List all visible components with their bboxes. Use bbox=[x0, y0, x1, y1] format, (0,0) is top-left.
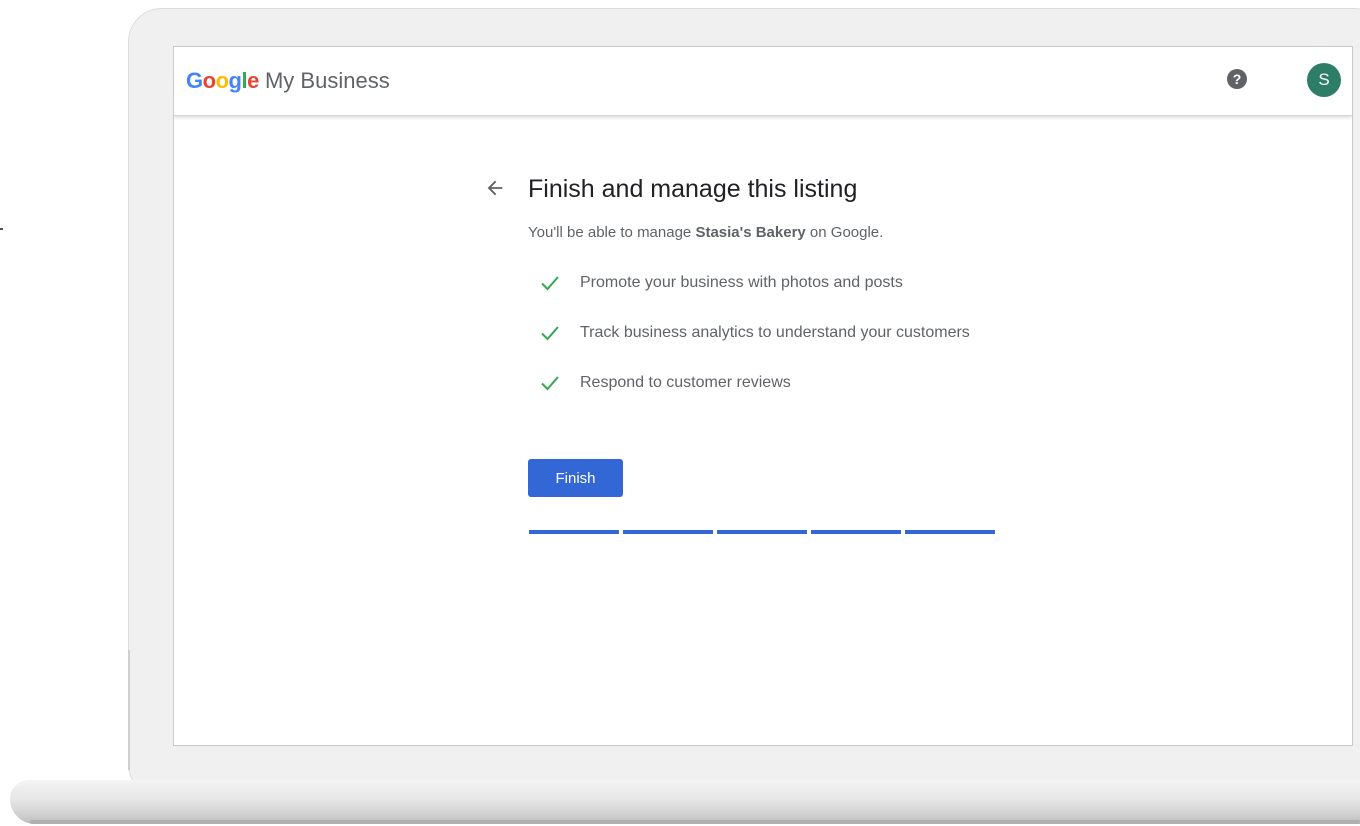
progress-segment bbox=[905, 530, 995, 534]
edge-mark bbox=[0, 228, 3, 230]
logo-letter: o bbox=[202, 68, 216, 93]
feature-item: Respond to customer reviews bbox=[528, 371, 978, 395]
feature-item: Track business analytics to understand y… bbox=[528, 321, 978, 345]
laptop-lid-edge bbox=[128, 650, 130, 770]
page-subtitle: You'll be able to manage Stasia's Bakery… bbox=[528, 224, 883, 241]
progress-segment bbox=[623, 530, 713, 534]
business-name: Stasia's Bakery bbox=[695, 224, 806, 241]
logo-suffix: My Business bbox=[264, 68, 390, 93]
check-icon bbox=[541, 326, 559, 341]
account-avatar[interactable]: S bbox=[1307, 63, 1341, 97]
feature-text: Promote your business with photos and po… bbox=[580, 274, 903, 291]
progress-segment bbox=[717, 530, 807, 534]
check-icon bbox=[541, 376, 559, 391]
feature-text: Respond to customer reviews bbox=[580, 374, 791, 391]
google-my-business-logo[interactable]: Google My Business bbox=[186, 67, 390, 95]
feature-item: Promote your business with photos and po… bbox=[528, 271, 978, 295]
logo-letter: g bbox=[228, 68, 242, 93]
feature-text: Track business analytics to understand y… bbox=[580, 324, 970, 341]
progress-segment bbox=[529, 530, 619, 534]
feature-list: Promote your business with photos and po… bbox=[528, 271, 978, 395]
finish-button[interactable]: Finish bbox=[528, 459, 623, 497]
laptop-base-shadow bbox=[30, 820, 1360, 824]
page-title: Finish and manage this listing bbox=[528, 175, 858, 203]
app-header: Google My Business ? S bbox=[174, 47, 1352, 116]
laptop-screen: Google My Business ? S Finish and manage… bbox=[173, 46, 1353, 746]
laptop-base bbox=[10, 780, 1360, 824]
progress-segment bbox=[811, 530, 901, 534]
help-icon[interactable]: ? bbox=[1227, 69, 1247, 89]
logo-letter: G bbox=[186, 68, 203, 93]
subtitle-text: You'll be able to manage bbox=[528, 224, 696, 241]
subtitle-text: on Google. bbox=[805, 224, 884, 241]
arrow-left-icon[interactable] bbox=[484, 177, 506, 199]
check-icon bbox=[541, 276, 559, 291]
logo-letter: o bbox=[215, 68, 229, 93]
logo-letter: e bbox=[247, 68, 259, 93]
